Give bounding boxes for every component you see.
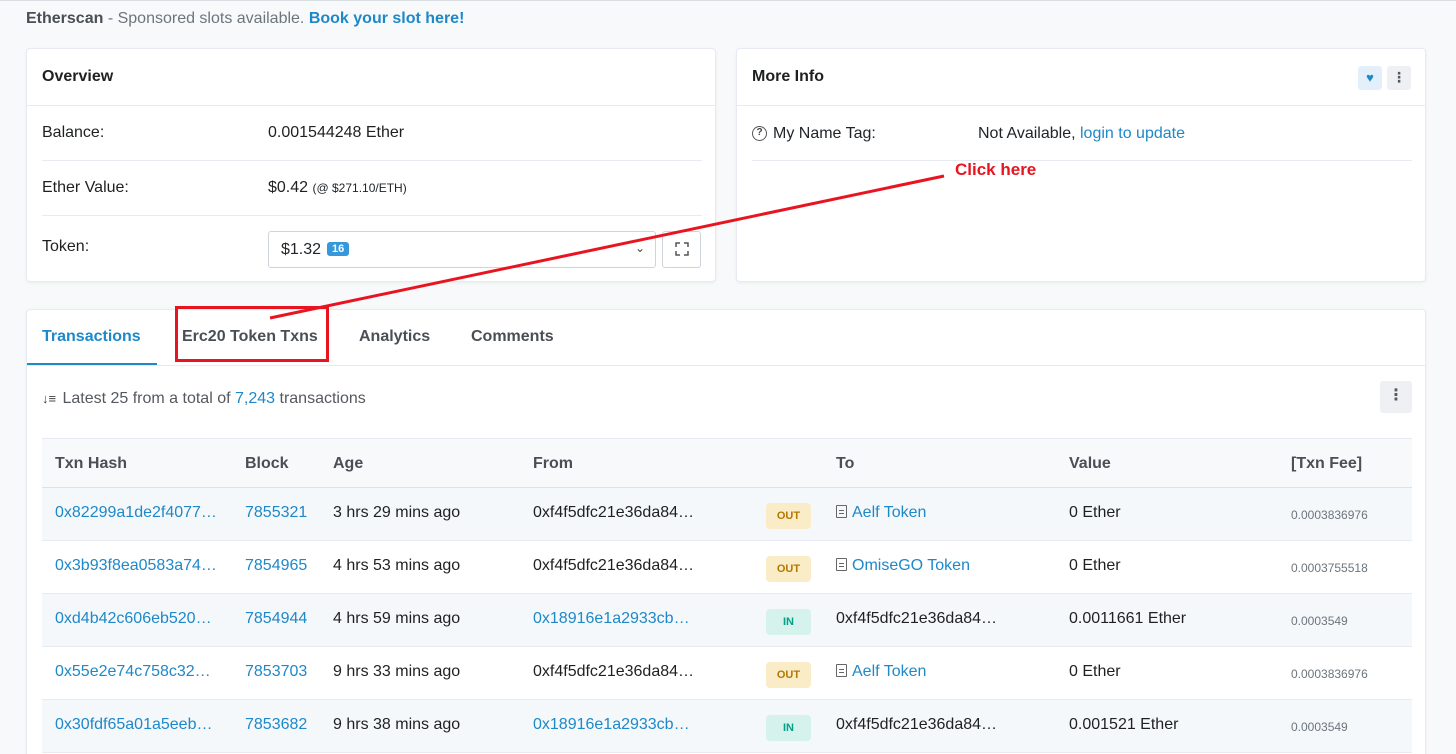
annotation-arrow: [269, 174, 945, 320]
